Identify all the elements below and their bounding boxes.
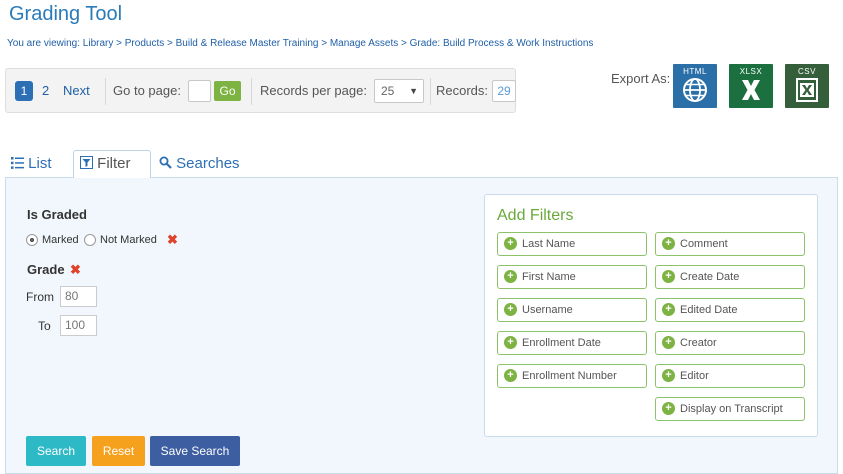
globe-icon bbox=[683, 78, 707, 102]
add-filter-last-name[interactable]: + Last Name bbox=[497, 232, 647, 256]
plus-circle-icon: + bbox=[662, 237, 675, 250]
records-per-page-label: Records per page: bbox=[260, 83, 367, 98]
add-filter-display-on-transcript[interactable]: + Display on Transcript bbox=[655, 397, 805, 421]
page-2-link[interactable]: 2 bbox=[42, 83, 49, 98]
tab-filter-label: Filter bbox=[97, 155, 131, 172]
reset-button[interactable]: Reset bbox=[92, 436, 145, 466]
filter-label: Comment bbox=[680, 238, 728, 250]
add-filter-edited-date[interactable]: + Edited Date bbox=[655, 298, 805, 322]
breadcrumb: You are viewing: Library > Products > Bu… bbox=[7, 38, 594, 49]
radio-marked[interactable] bbox=[26, 234, 38, 246]
add-filters-title: Add Filters bbox=[497, 207, 574, 224]
remove-is-graded-icon[interactable]: ✖ bbox=[167, 232, 178, 248]
export-html-label: HTML bbox=[683, 67, 707, 76]
add-filter-editor[interactable]: + Editor bbox=[655, 364, 805, 388]
filter-label: Create Date bbox=[680, 271, 740, 283]
separator bbox=[430, 78, 431, 105]
export-html-button[interactable]: HTML bbox=[673, 64, 717, 108]
filter-label: Username bbox=[522, 304, 573, 316]
add-filter-first-name[interactable]: + First Name bbox=[497, 265, 647, 289]
filter-label: Creator bbox=[680, 337, 717, 349]
go-button[interactable]: Go bbox=[214, 81, 241, 101]
csv-sheet-icon bbox=[796, 78, 818, 102]
plus-circle-icon: + bbox=[504, 237, 517, 250]
records-label: Records: bbox=[436, 83, 489, 98]
plus-circle-icon: + bbox=[662, 303, 675, 316]
tab-searches[interactable]: Searches bbox=[159, 153, 240, 178]
radio-not-marked-label: Not Marked bbox=[100, 234, 157, 246]
export-csv-button[interactable]: CSV bbox=[785, 64, 829, 108]
plus-circle-icon: + bbox=[662, 402, 675, 415]
plus-circle-icon: + bbox=[662, 369, 675, 382]
add-filter-create-date[interactable]: + Create Date bbox=[655, 265, 805, 289]
current-page-button[interactable]: 1 bbox=[15, 81, 33, 101]
save-search-button[interactable]: Save Search bbox=[150, 436, 240, 466]
filter-label: Enrollment Number bbox=[522, 370, 617, 382]
grade-heading: Grade bbox=[27, 262, 65, 277]
excel-x-icon bbox=[742, 80, 760, 100]
tab-searches-label: Searches bbox=[176, 155, 240, 172]
grade-to-label: To bbox=[38, 319, 51, 333]
add-filter-enrollment-date[interactable]: + Enrollment Date bbox=[497, 331, 647, 355]
tab-list[interactable]: List bbox=[11, 153, 52, 178]
search-icon bbox=[159, 156, 172, 169]
chevron-down-icon: ▼ bbox=[409, 86, 418, 96]
plus-circle-icon: + bbox=[504, 369, 517, 382]
add-filter-enrollment-number[interactable]: + Enrollment Number bbox=[497, 364, 647, 388]
add-filter-username[interactable]: + Username bbox=[497, 298, 647, 322]
goto-label: Go to page: bbox=[113, 83, 181, 98]
plus-circle-icon: + bbox=[504, 336, 517, 349]
add-filter-comment[interactable]: + Comment bbox=[655, 232, 805, 256]
tab-list-label: List bbox=[28, 155, 52, 172]
export-csv-label: CSV bbox=[798, 67, 816, 76]
grade-to-input[interactable]: 100 bbox=[60, 315, 97, 336]
filter-label: Last Name bbox=[522, 238, 576, 250]
search-button[interactable]: Search bbox=[26, 436, 86, 466]
filter-label: Display on Transcript bbox=[680, 403, 783, 415]
add-filters-box: Add Filters + Last Name + First Name + User… bbox=[484, 194, 818, 437]
remove-grade-icon[interactable]: ✖ bbox=[70, 262, 81, 278]
add-filter-creator[interactable]: + Creator bbox=[655, 331, 805, 355]
records-per-page-select[interactable]: 25 ▼ bbox=[374, 79, 424, 103]
grade-from-input[interactable]: 80 bbox=[60, 286, 97, 307]
records-per-page-value: 25 bbox=[381, 84, 395, 98]
filter-icon bbox=[80, 156, 93, 169]
pagination-bar: 1 2 Next Go to page: Go Records per page… bbox=[5, 68, 516, 113]
page-title: Grading Tool bbox=[9, 3, 123, 25]
next-page-link[interactable]: Next bbox=[63, 83, 90, 98]
filter-label: Edited Date bbox=[680, 304, 738, 316]
plus-circle-icon: + bbox=[662, 336, 675, 349]
filter-label: Enrollment Date bbox=[522, 337, 601, 349]
separator bbox=[251, 78, 252, 105]
separator bbox=[105, 78, 106, 105]
plus-circle-icon: + bbox=[504, 303, 517, 316]
goto-page-input[interactable] bbox=[188, 80, 211, 102]
is-graded-heading: Is Graded bbox=[27, 207, 87, 222]
records-count: 29 bbox=[492, 80, 516, 102]
list-icon bbox=[11, 157, 24, 169]
radio-marked-label: Marked bbox=[42, 234, 79, 246]
filter-label: Editor bbox=[680, 370, 709, 382]
filter-panel: Is Graded Marked Not Marked ✖ Grade ✖ Fr… bbox=[5, 177, 838, 474]
export-label: Export As: bbox=[611, 71, 671, 86]
filter-label: First Name bbox=[522, 271, 576, 283]
export-xlsx-label: XLSX bbox=[739, 67, 763, 76]
radio-not-marked[interactable] bbox=[84, 234, 96, 246]
tab-filter[interactable]: Filter bbox=[73, 150, 151, 178]
plus-circle-icon: + bbox=[662, 270, 675, 283]
export-xlsx-button[interactable]: XLSX bbox=[729, 64, 773, 108]
plus-circle-icon: + bbox=[504, 270, 517, 283]
grade-from-label: From bbox=[26, 290, 54, 304]
